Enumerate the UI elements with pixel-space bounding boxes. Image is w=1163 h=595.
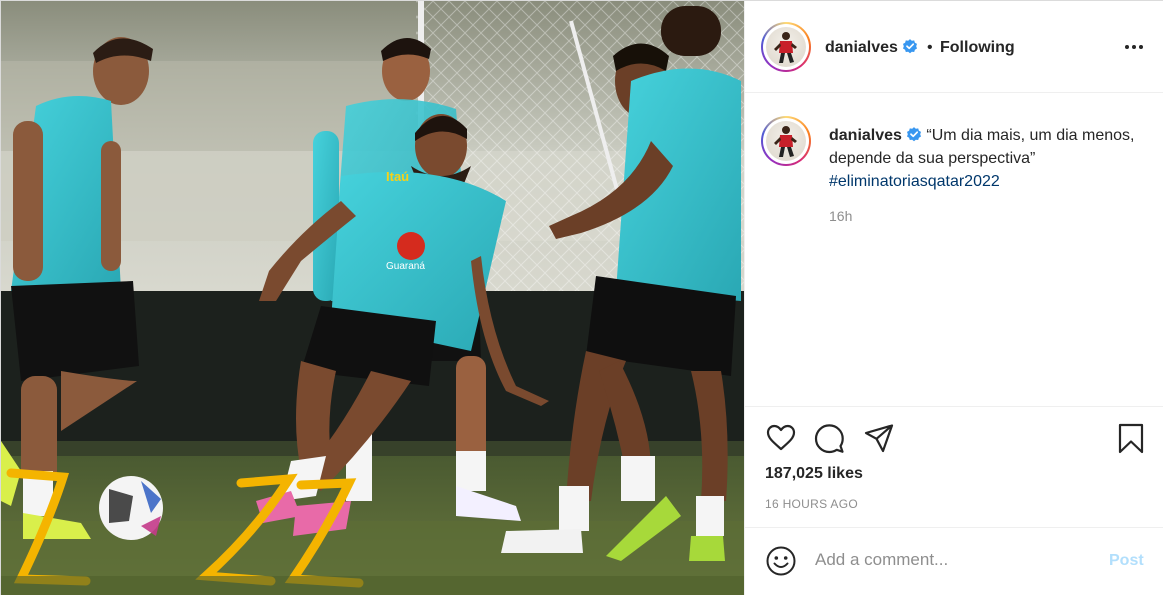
post-header: danialves • Following — [745, 1, 1163, 93]
verified-badge-icon — [902, 39, 917, 54]
more-options-icon[interactable] — [1121, 35, 1147, 59]
jersey-brand-text: Guaraná — [386, 261, 425, 272]
heart-icon[interactable] — [765, 422, 797, 454]
following-button[interactable]: Following — [940, 39, 1015, 57]
emoji-icon[interactable] — [765, 545, 797, 577]
caption-text: danialves “Um dia mais, um dia menos, de… — [829, 124, 1139, 193]
post-photo[interactable]: Itaú Guaraná — [1, 1, 744, 595]
football — [99, 476, 163, 540]
post-comment-button[interactable]: Post — [1109, 552, 1144, 570]
header-separator: • — [927, 39, 933, 56]
comment-icon[interactable] — [813, 422, 845, 454]
verified-badge-icon — [906, 127, 921, 142]
comment-input[interactable] — [815, 550, 1095, 570]
jersey-sponsor-text: Itaú — [386, 169, 409, 184]
caption-section: danialves “Um dia mais, um dia menos, de… — [745, 94, 1163, 407]
training-photo: Itaú Guaraná — [1, 1, 744, 595]
author-username[interactable]: danialves — [825, 38, 918, 57]
avatar-photo — [774, 126, 797, 157]
post-side-panel: danialves • Following danialves “Um dia … — [744, 1, 1163, 595]
caption-hashtag-link[interactable]: #eliminatoriasqatar2022 — [829, 173, 1000, 190]
add-comment-bar: Post — [745, 529, 1163, 595]
avatar-photo — [774, 32, 797, 63]
caption-time-ago[interactable]: 16h — [829, 208, 852, 224]
bookmark-icon[interactable] — [1115, 422, 1147, 454]
post-timestamp[interactable]: 16 HOURS AGO — [765, 497, 858, 511]
author-username-text[interactable]: danialves — [825, 39, 898, 56]
caption-username[interactable]: danialves — [829, 127, 902, 144]
caption-author-avatar[interactable] — [761, 116, 811, 166]
share-icon[interactable] — [863, 422, 895, 454]
post-actions: 187,025 likes 16 HOURS AGO — [745, 408, 1163, 528]
likes-count[interactable]: 187,025 likes — [765, 465, 863, 483]
post-frame: Itaú Guaraná danialves • Following dania… — [0, 0, 1163, 595]
author-avatar[interactable] — [761, 22, 811, 72]
